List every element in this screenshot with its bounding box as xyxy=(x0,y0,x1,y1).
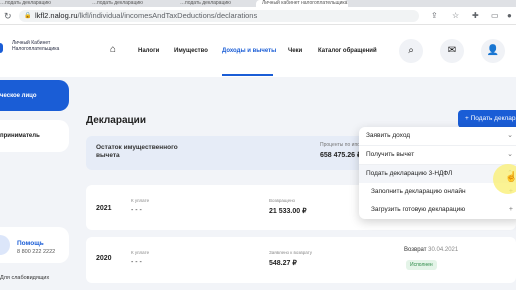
menu-item-get-deduction[interactable]: Получить вычет ⌄ xyxy=(359,146,516,164)
refund-label: Заявлено к возврату xyxy=(269,250,313,255)
messages-button[interactable]: ✉ xyxy=(440,39,464,63)
menu-item-label: Получить вычет xyxy=(366,151,415,158)
declaration-year: 2021 xyxy=(96,205,112,212)
status-badge: Исполнен xyxy=(406,260,437,270)
declaration-year: 2020 xyxy=(96,255,112,262)
nav-property[interactable]: Имущество xyxy=(174,47,208,55)
menu-item-label: Заполнить декларацию онлайн xyxy=(371,188,466,195)
browser-toolbar: ↻ 🔒 lkfl2.nalog.ru/lkfl/individual/incom… xyxy=(0,7,516,25)
help-title: Помощь xyxy=(17,240,44,247)
page-title: Декларации xyxy=(86,115,146,126)
chevron-down-icon: ⌄ xyxy=(507,151,513,158)
site-header: Личный Кабинет Налогоплательщика ⌂ Налог… xyxy=(0,25,516,77)
balance-amount: 658 475.26 ₽ xyxy=(320,152,362,159)
profile-icon[interactable]: ● xyxy=(507,10,512,22)
pay-value: - - - xyxy=(131,259,142,266)
menu-item-label: Загрузить готовую декларацию xyxy=(371,206,466,213)
help-icon xyxy=(0,235,10,255)
sidebar-item-label: ческое лицо xyxy=(0,92,37,99)
share-icon[interactable]: ⇪ xyxy=(431,10,438,22)
balance-label: Остаток имущественного вычета xyxy=(96,144,178,159)
status-label: Возврат xyxy=(404,247,427,253)
url-text: lkfl2.nalog.ru/lkfl/individual/incomesAn… xyxy=(35,10,257,22)
accessibility-link[interactable]: Для слабовидящих xyxy=(0,274,49,282)
menu-item-upload-declaration[interactable]: Загрузить готовую декларацию + xyxy=(359,201,516,219)
active-nav-underline xyxy=(222,74,273,76)
nav-appeals-catalog[interactable]: Каталог обращений xyxy=(318,47,377,55)
help-phone[interactable]: 8 800 222 2222 xyxy=(17,249,55,256)
menu-item-fill-online[interactable]: Заполнить декларацию онлайн + xyxy=(359,183,516,201)
window-icon[interactable]: ▭ xyxy=(491,10,499,22)
menu-item-declare-income[interactable]: Заявить доход ⌄ xyxy=(359,127,516,145)
brand-logo[interactable]: Личный Кабинет Налогоплательщика xyxy=(0,40,80,53)
pay-value: - - - xyxy=(131,207,142,214)
home-icon[interactable]: ⌂ xyxy=(110,44,116,56)
status-text: Возврат 30.04.2021 xyxy=(404,246,458,254)
browser-tab[interactable]: …подать декларацию xyxy=(92,0,158,7)
brand-text: Личный Кабинет Налогоплательщика xyxy=(12,40,60,52)
logo-icon xyxy=(0,43,3,53)
browser-tab[interactable]: …подать декларацию xyxy=(0,0,70,7)
browser-tab-strip: …подать декларацию …подать декларацию …п… xyxy=(0,0,516,7)
sidebar-item-entrepreneur[interactable]: приниматель xyxy=(0,120,69,152)
nav-taxes[interactable]: Налоги xyxy=(138,47,159,55)
url-path: /lkfl/individual/incomesAndTaxDeductions… xyxy=(77,11,258,20)
pay-label: К уплате xyxy=(131,198,150,203)
browser-tab-active[interactable]: Личный кабинет налогоплательщика xyxy=(256,0,348,7)
refund-value: 21 533.00 ₽ xyxy=(269,208,307,215)
menu-item-label: Заявить доход xyxy=(366,132,411,139)
lock-icon[interactable]: 🔒 xyxy=(24,12,31,20)
declaration-row[interactable]: 2020 К уплате - - - Заявлено к возврату … xyxy=(86,237,516,283)
search-icon: ⌕ xyxy=(408,45,414,56)
address-bar[interactable]: 🔒 lkfl2.nalog.ru/lkfl/individual/incomes… xyxy=(19,10,419,22)
declaration-menu: Заявить доход ⌄ Получить вычет ⌄ Подать … xyxy=(359,127,516,219)
user-icon: 👤 xyxy=(486,45,500,56)
sidebar-item-label: приниматель xyxy=(0,133,40,139)
status-date: 30.04.2021 xyxy=(428,247,459,253)
refund-value: 548.27 ₽ xyxy=(269,260,297,267)
search-button[interactable]: ⌕ xyxy=(399,39,423,63)
submit-declaration-button[interactable]: + Подать декларацию xyxy=(458,110,516,128)
menu-item-label: Подать декларацию 3-НДФЛ xyxy=(366,170,453,177)
chevron-down-icon: ⌄ xyxy=(507,132,513,139)
star-icon[interactable]: ☆ xyxy=(452,10,459,22)
profile-button[interactable]: 👤 xyxy=(481,39,505,63)
extensions-icon[interactable]: ✚ xyxy=(472,10,479,22)
reload-icon[interactable]: ↻ xyxy=(4,10,12,22)
url-domain: lkfl2.nalog.ru xyxy=(35,11,78,20)
help-card[interactable]: Помощь 8 800 222 2222 xyxy=(0,227,69,263)
nav-receipts[interactable]: Чеки xyxy=(288,47,302,55)
plus-icon: + xyxy=(508,206,513,213)
sidebar-item-individual[interactable]: ческое лицо xyxy=(0,80,69,111)
mail-icon: ✉ xyxy=(447,45,457,56)
hand-cursor-icon: ☝ xyxy=(505,172,516,183)
pay-label: К уплате xyxy=(131,250,150,255)
nav-income-deductions[interactable]: Доходы и вычеты xyxy=(222,47,276,55)
refund-label: Возвращено xyxy=(269,198,296,203)
browser-tab[interactable]: …подать декларацию xyxy=(180,0,236,7)
